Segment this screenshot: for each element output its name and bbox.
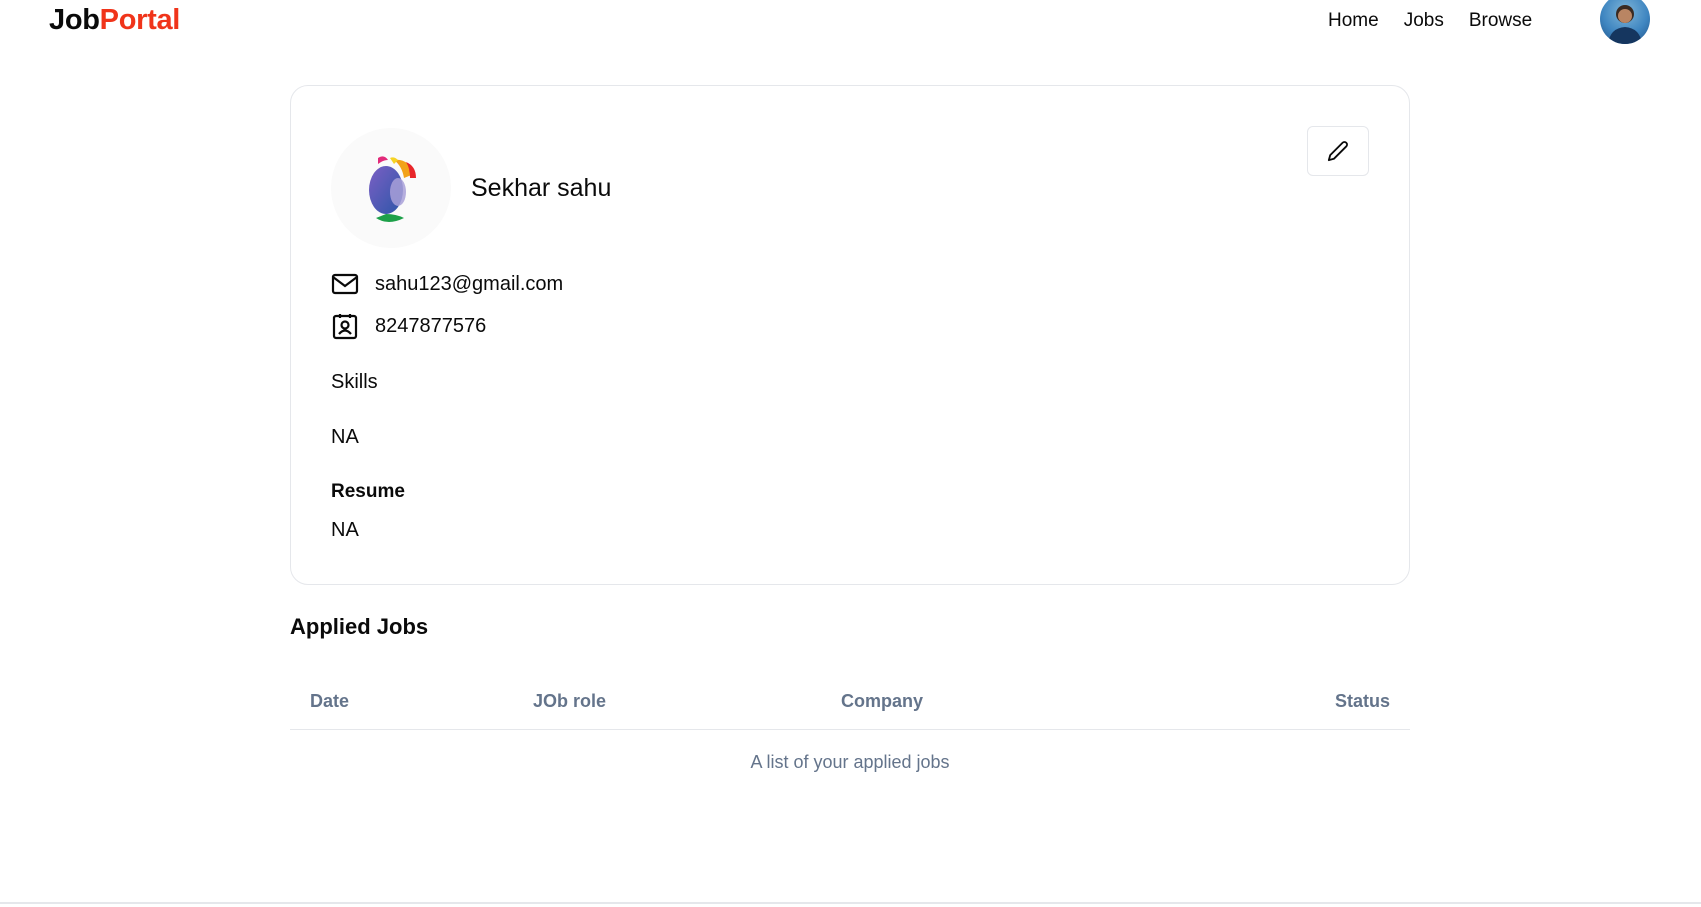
contact-icon	[332, 314, 358, 340]
nav-links: Home Jobs Browse	[1328, 10, 1532, 32]
profile-card: Sekhar sahu sahu123@gmail.com 8247877576…	[290, 85, 1410, 585]
nav-link-browse[interactable]: Browse	[1469, 10, 1532, 32]
brand-text-portal: Portal	[99, 4, 181, 36]
page-bottom-divider	[0, 902, 1701, 904]
column-header-date: Date	[310, 691, 350, 711]
column-header-status: Status	[1334, 691, 1390, 711]
user-avatar-icon	[1608, 5, 1642, 44]
table-header: Date JOb role Company Status	[290, 675, 1410, 730]
resume-value: NA	[331, 519, 359, 541]
column-header-job-role: JOb role	[533, 691, 607, 711]
pencil-icon	[1327, 141, 1348, 162]
email-text: sahu123@gmail.com	[375, 272, 564, 295]
edit-profile-button[interactable]	[1307, 126, 1369, 176]
brand-logo[interactable]: JobPortal	[49, 4, 180, 37]
mail-icon	[331, 273, 359, 295]
user-avatar[interactable]	[1600, 0, 1650, 44]
skills-value: NA	[331, 426, 359, 448]
brand-text-job: Job	[49, 4, 100, 36]
applied-jobs-table: Date JOb role Company Status A list of y…	[290, 675, 1410, 773]
phone-text: 8247877576	[375, 314, 487, 337]
company-logo-icon	[369, 156, 416, 222]
top-navbar: JobPortal Home Jobs Browse	[0, 0, 1701, 44]
skills-label: Skills	[331, 371, 378, 393]
table-caption: A list of your applied jobs	[750, 752, 950, 772]
nav-link-home[interactable]: Home	[1328, 10, 1379, 32]
phone-row: 8247877576	[331, 312, 486, 340]
email-row: sahu123@gmail.com	[331, 272, 563, 296]
profile-name: Sekhar sahu	[471, 174, 612, 202]
applied-jobs-title: Applied Jobs	[290, 614, 429, 639]
company-logo	[331, 128, 451, 248]
column-header-company: Company	[841, 691, 924, 711]
nav-link-jobs[interactable]: Jobs	[1404, 10, 1444, 32]
resume-label: Resume	[331, 481, 405, 502]
